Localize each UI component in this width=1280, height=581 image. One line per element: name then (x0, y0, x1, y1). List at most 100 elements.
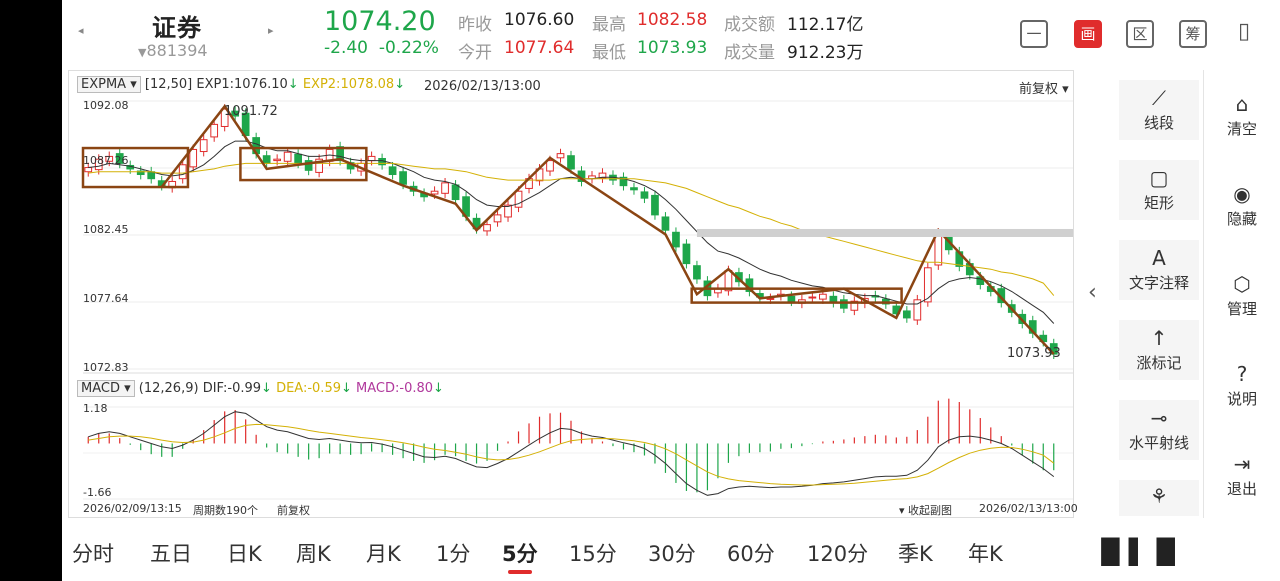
candle-body (273, 158, 282, 162)
text-icon: A (1152, 246, 1166, 270)
macd-y-bottom: -1.66 (83, 486, 112, 499)
open-label: 今开 (458, 43, 492, 63)
stock-code[interactable]: ▼881394 (138, 41, 208, 60)
low-label: 最低 (592, 43, 626, 63)
y-tick-5: 1072.83 (83, 361, 129, 374)
y-tick-1: 1092.08 (83, 99, 129, 112)
high-mark-label: 1091.72 (224, 104, 278, 119)
candle-body (902, 310, 911, 319)
candle-body (210, 123, 219, 138)
candle-body (441, 182, 449, 194)
tab-15min[interactable]: 15分 (569, 538, 617, 568)
more-periods-icon[interactable]: ▐▌▌▐▌ (1092, 538, 1184, 566)
candle-body (483, 224, 491, 232)
draw-tool-button[interactable]: 画 (1074, 20, 1102, 48)
chart-canvas[interactable] (69, 71, 1075, 519)
next-stock-arrow-icon[interactable]: ▸ (268, 24, 274, 37)
tab-60min[interactable]: 60分 (727, 538, 775, 568)
macd-y-top: 1.18 (83, 402, 108, 415)
collapse-panel-arrow-icon[interactable]: ‹ (1088, 280, 1097, 305)
help-icon: ? (1236, 362, 1248, 386)
clear-button[interactable]: ⌂ 清空 (1204, 90, 1280, 139)
y-tick-2: 1087.26 (83, 154, 129, 167)
exp1-value: EXP1:1076.10 (196, 77, 288, 92)
volume-value: 912.23万 (787, 43, 864, 63)
tab-five-day[interactable]: 五日 (150, 538, 192, 568)
landscape-icon[interactable]: ▯ (1230, 20, 1258, 48)
low-mark-label: 1073.93 (1007, 346, 1061, 361)
tab-120min[interactable]: 120分 (807, 538, 868, 568)
macd-selector[interactable]: MACD ▾ (77, 380, 135, 397)
indicator-params: [12,50] (144, 77, 193, 92)
prev-stock-arrow-icon[interactable]: ◂ (78, 24, 84, 37)
indicator-name: EXPMA (81, 77, 127, 92)
low-value: 1073.93 (637, 38, 708, 58)
manage-label: 管理 (1226, 300, 1257, 318)
hide-label: 隐藏 (1226, 210, 1257, 228)
tab-intraday[interactable]: 分时 (72, 538, 114, 568)
exit-button[interactable]: ⇥ 退出 (1204, 450, 1280, 499)
current-price: 1074.20 (324, 6, 436, 37)
text-note-tool[interactable]: A 文字注释 (1119, 240, 1199, 300)
tab-30min[interactable]: 30分 (648, 538, 696, 568)
y-tick-3: 1082.45 (83, 223, 129, 236)
main-indicator-selector[interactable]: EXPMA ▾ (77, 76, 141, 93)
manage-button[interactable]: ⬡ 管理 (1204, 270, 1280, 319)
amount-value: 112.17亿 (787, 15, 864, 35)
high-label: 最高 (592, 15, 626, 35)
adjust-selector[interactable]: 前复权 ▾ (1019, 78, 1069, 97)
macd-dea: DEA:-0.59 (276, 381, 341, 396)
horizontal-ray-tool[interactable]: ⊸ 水平射线 (1119, 400, 1199, 460)
more-tool[interactable]: ⚘ (1119, 480, 1199, 516)
tab-monthly-k[interactable]: 月K (366, 538, 401, 568)
rectangle-label: 矩形 (1143, 194, 1174, 212)
candle-body (262, 155, 271, 164)
candle-body (661, 216, 670, 231)
candle-body (808, 296, 817, 299)
tab-daily-k[interactable]: 日K (227, 538, 262, 568)
stock-name: 证券 (152, 14, 202, 42)
chip-tool-button[interactable]: 筹 (1179, 20, 1207, 48)
tab-1min[interactable]: 1分 (436, 538, 470, 568)
rise-mark-label: 涨标记 (1136, 354, 1182, 372)
candle-body (199, 139, 208, 153)
end-time: 2026/02/13/13:00 (979, 502, 1078, 515)
ray-icon: ⊸ (1150, 406, 1168, 430)
exit-label: 退出 (1226, 480, 1257, 498)
segment-tool[interactable]: ⟋ 线段 (1119, 80, 1199, 140)
candle-body (693, 265, 701, 280)
tab-year-k[interactable]: 年K (968, 538, 1003, 568)
macd-value: MACD:-0.80 (356, 381, 434, 396)
tab-weekly-k[interactable]: 周K (296, 538, 331, 568)
help-button[interactable]: ? 说明 (1204, 360, 1280, 409)
horizontal-ray-label: 水平射线 (1128, 434, 1189, 452)
rectangle-icon: ▢ (1149, 166, 1169, 190)
kline-chart-panel[interactable]: EXPMA ▾ [12,50] EXP1:1076.10↓ EXP2:1078.… (68, 70, 1078, 519)
start-time: 2026/02/09/13:15 (83, 502, 182, 515)
candle-body (672, 231, 680, 248)
high-value: 1082.58 (637, 10, 708, 30)
main-indicator-bar: EXPMA ▾ [12,50] EXP1:1076.10↓ EXP2:1078.… (77, 76, 405, 93)
candle-body (84, 167, 93, 173)
tab-quarter-k[interactable]: 季K (898, 538, 933, 568)
hide-button[interactable]: ◉ 隐藏 (1204, 180, 1280, 229)
candle-body (819, 293, 827, 300)
stock-code-value: 881394 (146, 41, 208, 60)
rise-mark-tool[interactable]: ↑ 涨标记 (1119, 320, 1199, 380)
tab-5min[interactable]: 5分 (502, 538, 538, 568)
collapse-label: 收起副图 (908, 504, 953, 517)
segment-icon: ⟋ (1152, 86, 1166, 110)
candle-body (399, 171, 407, 185)
horizontal-ray-band (696, 228, 1073, 237)
rectangle-tool[interactable]: ▢ 矩形 (1119, 160, 1199, 220)
volume-label: 成交量 (724, 43, 775, 63)
collapse-subchart-button[interactable]: ▾ 收起副图 (899, 502, 952, 518)
range-tool-button[interactable]: 区 (1126, 20, 1154, 48)
up-arrow-icon: ↑ (1150, 326, 1168, 350)
line-tool-button[interactable]: 一 (1020, 20, 1048, 48)
hexagon-settings-icon: ⬡ (1233, 272, 1251, 296)
change-value: -2.40 (324, 38, 368, 58)
macd-indicator-bar: MACD ▾ (12,26,9) DIF:-0.99↓ DEA:-0.59↓ M… (77, 380, 444, 397)
candle-body (178, 164, 187, 180)
amount-label: 成交额 (724, 15, 775, 35)
